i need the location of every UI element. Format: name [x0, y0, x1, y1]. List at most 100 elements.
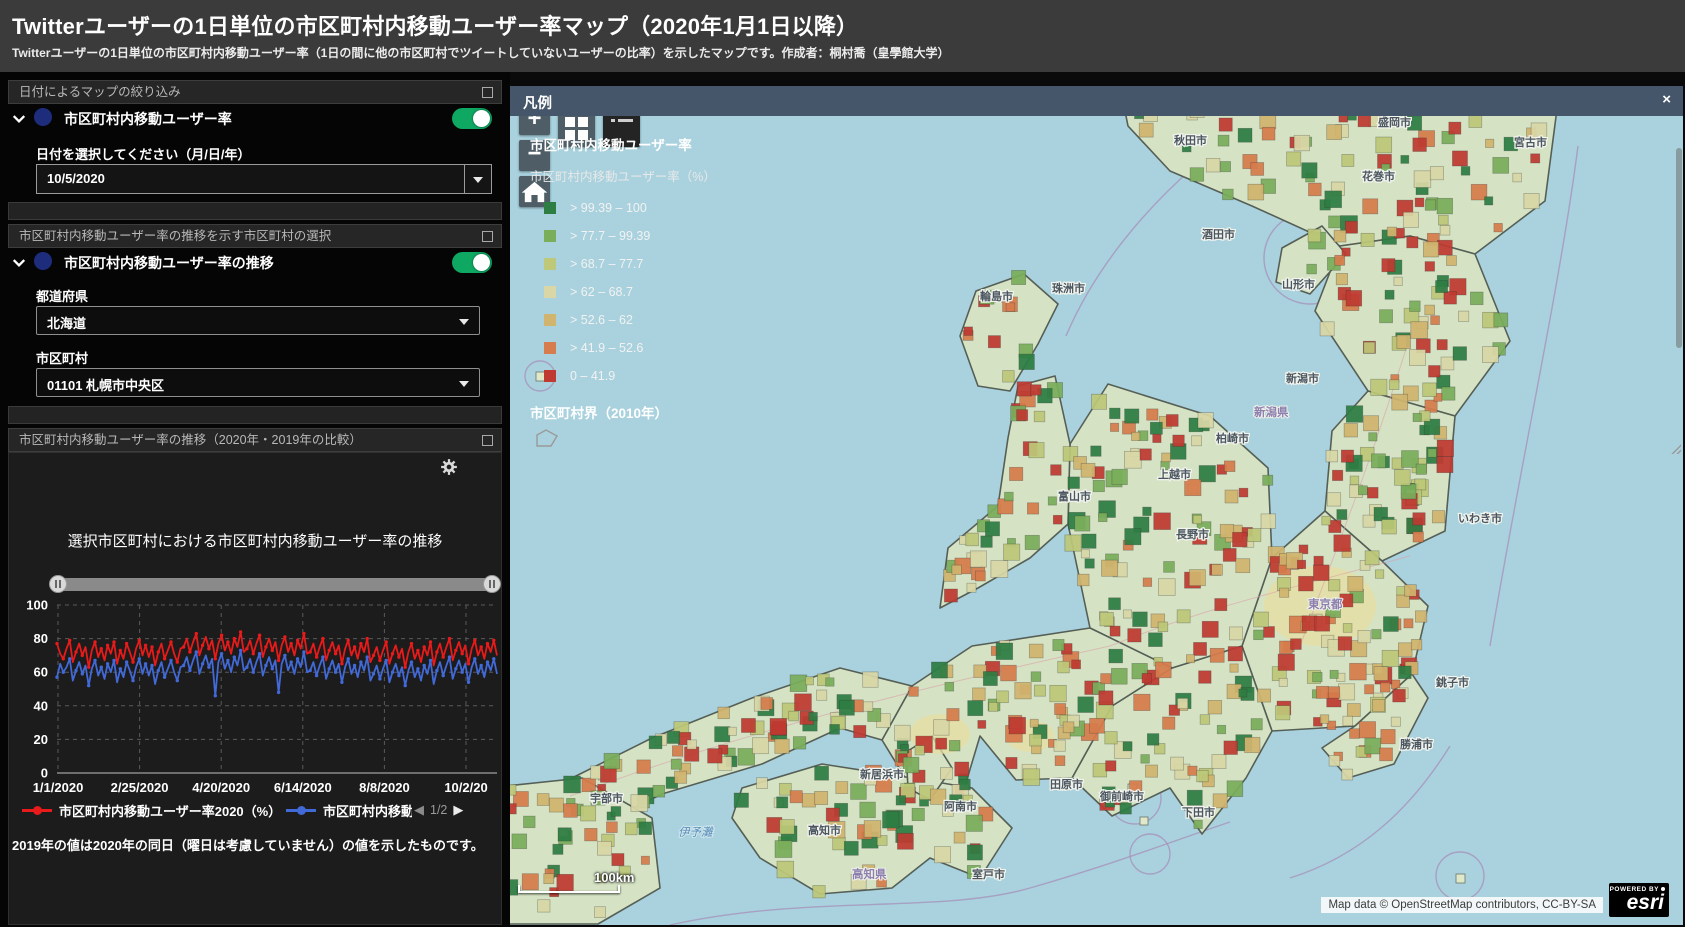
municipality-square[interactable]	[1123, 742, 1132, 751]
municipality-square[interactable]	[1367, 487, 1378, 498]
municipality-square[interactable]	[741, 718, 755, 732]
municipality-square[interactable]	[585, 828, 598, 841]
municipality-square[interactable]	[1213, 794, 1227, 808]
municipality-square[interactable]	[1363, 515, 1375, 527]
municipality-square[interactable]	[1401, 484, 1416, 499]
municipality-square[interactable]	[1215, 599, 1227, 611]
municipality-square[interactable]	[955, 762, 969, 776]
municipality-square[interactable]	[1053, 515, 1062, 524]
panel-collapse-icon[interactable]	[482, 435, 493, 446]
municipality-square[interactable]	[1186, 655, 1194, 663]
municipality-square[interactable]	[909, 687, 919, 697]
municipality-square[interactable]	[537, 794, 549, 806]
municipality-square[interactable]	[1009, 717, 1026, 734]
municipality-square[interactable]	[1143, 507, 1152, 515]
municipality-square[interactable]	[734, 793, 748, 807]
municipality-square[interactable]	[952, 565, 962, 575]
municipality-square[interactable]	[978, 720, 986, 728]
municipality-square[interactable]	[1004, 544, 1020, 560]
municipality-square[interactable]	[1171, 757, 1184, 770]
municipality-square[interactable]	[524, 816, 536, 828]
municipality-square[interactable]	[1054, 740, 1065, 751]
municipality-square[interactable]	[954, 832, 965, 843]
municipality-square[interactable]	[549, 798, 563, 812]
municipality-square[interactable]	[996, 643, 1013, 660]
municipality-square[interactable]	[595, 907, 606, 918]
municipality-square[interactable]	[1224, 741, 1238, 755]
municipality-square[interactable]	[1123, 610, 1131, 618]
municipality-square[interactable]	[1197, 770, 1209, 782]
municipality-square[interactable]	[1141, 755, 1150, 764]
municipality-square[interactable]	[1251, 719, 1262, 730]
municipality-square[interactable]	[1158, 622, 1168, 632]
municipality-square[interactable]	[945, 682, 954, 691]
municipality-square[interactable]	[1415, 611, 1426, 622]
municipality-square[interactable]	[912, 808, 924, 820]
municipality-square[interactable]	[1315, 616, 1330, 631]
legend-scrollbar[interactable]	[1676, 148, 1682, 348]
municipality-square[interactable]	[836, 782, 848, 794]
municipality-square[interactable]	[1397, 587, 1406, 596]
date-filter-panel-title[interactable]: 日付によるマップの絞り込み	[8, 80, 502, 104]
municipality-square[interactable]	[1342, 769, 1353, 780]
municipality-square[interactable]	[1120, 803, 1132, 815]
trend-line-chart[interactable]: 100806040200	[0, 595, 510, 795]
municipality-square[interactable]	[637, 760, 651, 774]
municipality-square[interactable]	[1225, 490, 1238, 503]
municipality-square[interactable]	[1208, 700, 1222, 714]
pager-prev-icon[interactable]: ◀	[414, 802, 424, 818]
municipality-square[interactable]	[612, 854, 624, 866]
municipality-square[interactable]	[1380, 682, 1390, 692]
municipality-square[interactable]	[553, 844, 563, 854]
municipality-square[interactable]	[738, 749, 755, 766]
municipality-square[interactable]	[896, 796, 906, 806]
municipality-square[interactable]	[1280, 588, 1289, 597]
municipality-square[interactable]	[1350, 476, 1359, 485]
municipality-square[interactable]	[936, 738, 947, 749]
municipality-square[interactable]	[1437, 457, 1453, 473]
municipality-square[interactable]	[1145, 765, 1157, 777]
municipality-square[interactable]	[1093, 480, 1104, 491]
municipality-square[interactable]	[639, 822, 652, 835]
municipality-square[interactable]	[1029, 644, 1043, 658]
municipality-square[interactable]	[1381, 729, 1395, 743]
municipality-square[interactable]	[1025, 535, 1039, 549]
municipality-square[interactable]	[805, 677, 813, 685]
municipality-square[interactable]	[687, 740, 696, 749]
municipality-square[interactable]	[895, 725, 911, 741]
pager-next-icon[interactable]: ▶	[453, 802, 463, 818]
municipality-square[interactable]	[1102, 560, 1118, 576]
municipality-square[interactable]	[1261, 514, 1276, 529]
municipality-square[interactable]	[1359, 722, 1375, 738]
municipality-square[interactable]	[863, 672, 878, 687]
municipality-square[interactable]	[854, 725, 866, 737]
slider-handle-left[interactable]	[49, 575, 67, 593]
municipality-square[interactable]	[538, 900, 550, 912]
municipality-square[interactable]	[1338, 637, 1352, 651]
municipality-square[interactable]	[564, 804, 578, 818]
municipality-square[interactable]	[1217, 725, 1226, 734]
municipality-square[interactable]	[1416, 464, 1426, 474]
municipality-square[interactable]	[1005, 492, 1014, 501]
municipality-square[interactable]	[1313, 565, 1329, 581]
municipality-square[interactable]	[826, 678, 834, 686]
slider-handle-right[interactable]	[483, 575, 501, 593]
municipality-square[interactable]	[1081, 463, 1095, 477]
municipality-square[interactable]	[1193, 515, 1202, 524]
municipality-square[interactable]	[1365, 551, 1379, 565]
municipality-square[interactable]	[1413, 513, 1425, 525]
municipality-square[interactable]	[815, 791, 828, 804]
municipality-square[interactable]	[1291, 639, 1302, 650]
municipality-square[interactable]	[1068, 477, 1080, 489]
municipality-square[interactable]	[1230, 627, 1243, 640]
chart-legend-entry-2019[interactable]: 市区町村内移動ユーザ	[286, 801, 412, 819]
municipality-square[interactable]	[973, 688, 986, 701]
municipality-square[interactable]	[1142, 673, 1152, 683]
municipality-square[interactable]	[779, 783, 791, 795]
municipality-square[interactable]	[1343, 624, 1352, 633]
municipality-square[interactable]	[981, 536, 993, 548]
municipality-square[interactable]	[777, 861, 794, 878]
municipality-square[interactable]	[989, 702, 998, 711]
municipality-square[interactable]	[1158, 579, 1175, 596]
municipality-square[interactable]	[667, 731, 679, 743]
